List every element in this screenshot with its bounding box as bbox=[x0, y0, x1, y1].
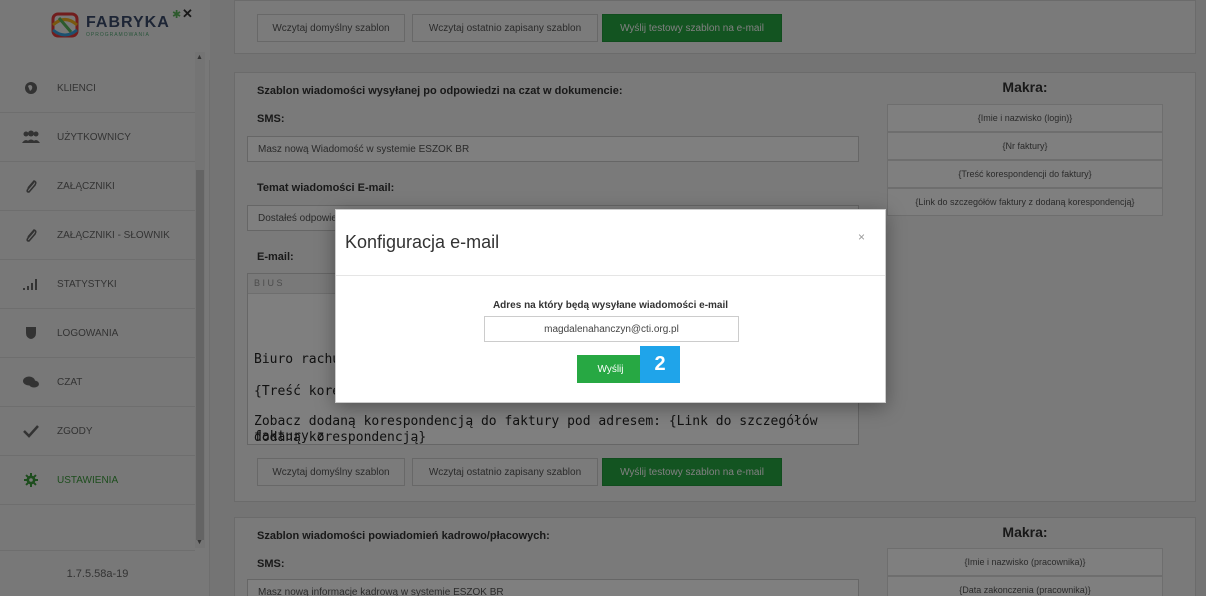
email-config-modal: Konfiguracja e-mail × Adres na który będ… bbox=[335, 209, 886, 403]
email-address-label: Adres na który będą wysyłane wiadomości … bbox=[492, 300, 729, 311]
modal-divider bbox=[336, 275, 885, 276]
modal-title: Konfiguracja e-mail bbox=[345, 232, 500, 252]
close-icon[interactable]: × bbox=[858, 230, 865, 244]
send-button[interactable]: Wyślij bbox=[577, 355, 644, 383]
email-address-input[interactable] bbox=[484, 316, 739, 342]
step-badge: 2 bbox=[640, 346, 680, 383]
